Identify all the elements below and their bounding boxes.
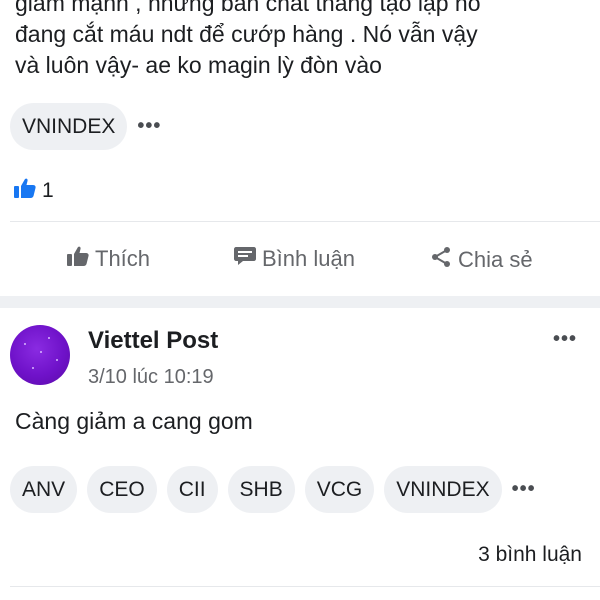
comment-button[interactable]: Bình luận bbox=[234, 246, 355, 272]
share-icon bbox=[430, 246, 452, 274]
post-text: giảm mạnh , nhưng bản chất thằng tạo lập… bbox=[15, 0, 595, 81]
tag-vcg[interactable]: VCG bbox=[304, 466, 375, 513]
tag-vnindex[interactable]: VNINDEX bbox=[384, 466, 502, 513]
post-card-2: Viettel Post 3/10 lúc 10:19 ••• Càng giả… bbox=[0, 308, 600, 600]
tag-anv[interactable]: ANV bbox=[10, 466, 78, 513]
comment-label: Bình luận bbox=[262, 246, 355, 271]
tag-cii[interactable]: CII bbox=[166, 466, 218, 513]
share-label: Chia sẻ bbox=[458, 247, 533, 272]
like-label: Thích bbox=[95, 246, 151, 271]
divider bbox=[10, 586, 600, 587]
thumbs-up-icon bbox=[67, 246, 89, 272]
post-card-1: giảm mạnh , nhưng bản chất thằng tạo lập… bbox=[0, 0, 600, 300]
post-text: Càng giảm a cang gom bbox=[15, 408, 253, 434]
avatar-sparkle bbox=[32, 367, 34, 369]
post-text-line: giảm mạnh , nhưng bản chất thằng tạo lập… bbox=[15, 0, 481, 16]
like-count: 1 bbox=[42, 178, 54, 202]
tag-ceo[interactable]: CEO bbox=[87, 466, 157, 513]
avatar-sparkle bbox=[24, 343, 26, 345]
divider bbox=[10, 221, 600, 222]
avatar-sparkle bbox=[56, 359, 58, 361]
comments-count-link[interactable]: 3 bình luận bbox=[478, 543, 582, 567]
like-button[interactable]: Thích bbox=[67, 246, 150, 272]
comment-icon bbox=[234, 246, 256, 272]
avatar[interactable] bbox=[10, 325, 70, 385]
like-summary[interactable]: 1 bbox=[14, 178, 54, 203]
tag-shb[interactable]: SHB bbox=[227, 466, 295, 513]
share-button[interactable]: Chia sẻ bbox=[430, 246, 533, 274]
author-name[interactable]: Viettel Post bbox=[88, 327, 218, 355]
more-tags-icon[interactable]: ••• bbox=[137, 115, 161, 138]
thumbs-up-icon bbox=[14, 178, 36, 203]
post-timestamp[interactable]: 3/10 lúc 10:19 bbox=[88, 366, 214, 389]
more-tags-icon[interactable]: ••• bbox=[512, 478, 536, 501]
feed-separator bbox=[0, 296, 600, 308]
post-text-line: và luôn vậy- ae ko magin lỳ đòn vào bbox=[15, 52, 382, 78]
avatar-sparkle bbox=[40, 351, 42, 353]
avatar-sparkle bbox=[48, 337, 50, 339]
ticker-tags: VNINDEX ••• bbox=[10, 103, 161, 150]
ticker-tags: ANV CEO CII SHB VCG VNINDEX ••• bbox=[10, 466, 536, 513]
post-actions: Thích Bình luận Chia sẻ bbox=[0, 246, 600, 290]
tag-vnindex[interactable]: VNINDEX bbox=[10, 103, 128, 150]
post-text-line: đang cắt máu ndt để cướp hàng . Nó vẫn v… bbox=[15, 21, 478, 47]
post-menu-icon[interactable]: ••• bbox=[553, 328, 577, 351]
